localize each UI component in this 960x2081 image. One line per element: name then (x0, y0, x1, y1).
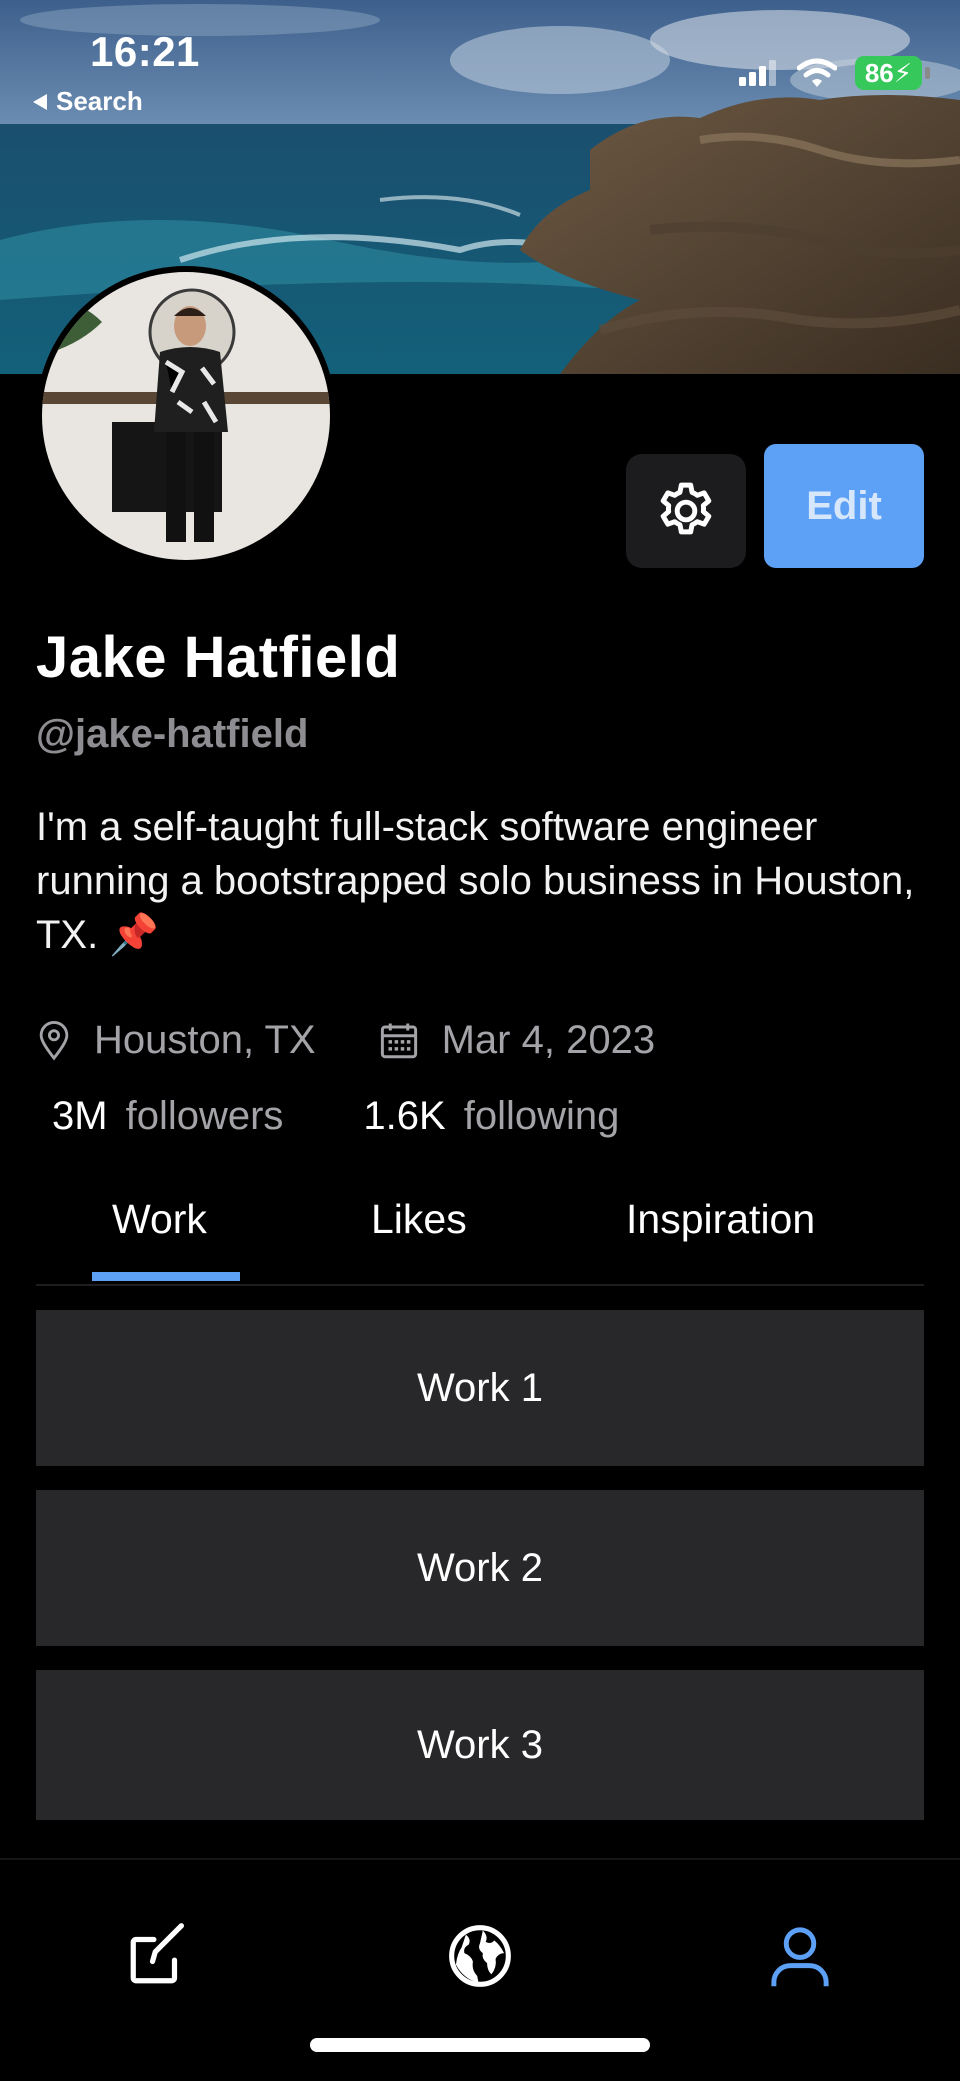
location-text: Houston, TX (94, 1018, 316, 1062)
followers-label: followers (125, 1094, 284, 1138)
nav-explore-button[interactable] (430, 1906, 530, 2006)
back-triangle-icon (33, 93, 47, 110)
settings-button[interactable] (626, 454, 746, 568)
followers-link[interactable]: 3M followers (52, 1094, 283, 1139)
wifi-icon (796, 58, 837, 87)
following-link[interactable]: 1.6K following (363, 1094, 619, 1139)
avatar[interactable] (36, 266, 336, 566)
active-tab-indicator (92, 1272, 240, 1281)
profile-name: Jake Hatfield (36, 625, 401, 690)
battery-indicator: 86⚡ (854, 56, 931, 90)
home-indicator[interactable] (310, 2038, 650, 2052)
calendar-icon (380, 1023, 417, 1058)
following-count: 1.6K (363, 1094, 446, 1138)
joined-item: Mar 4, 2023 (378, 1018, 655, 1063)
nav-compose-button[interactable] (108, 1906, 208, 2006)
following-label: following (463, 1094, 620, 1138)
nav-profile-button[interactable] (750, 1906, 850, 2006)
profile-handle: @jake-hatfield (36, 712, 309, 756)
profile-meta: Houston, TX Mar 4, 2023 (36, 1018, 655, 1063)
globe-icon (449, 1925, 511, 1987)
location-pin-icon (39, 1020, 69, 1060)
gear-icon (660, 482, 712, 535)
follow-stats: 3M followers 1.6K following (52, 1094, 619, 1139)
tabs-divider (36, 1284, 924, 1286)
followers-count: 3M (52, 1094, 108, 1138)
compose-icon (130, 1923, 184, 1984)
status-indicators: 86⚡ (738, 56, 931, 90)
tab-work[interactable]: Work (112, 1196, 207, 1243)
profile-icon (771, 1927, 829, 1987)
location-item: Houston, TX (36, 1018, 316, 1063)
work-card[interactable]: Work 2 (36, 1490, 924, 1646)
tab-inspiration[interactable]: Inspiration (626, 1196, 815, 1243)
profile-bio: I'm a self-taught full-stack software en… (36, 805, 915, 957)
work-card[interactable]: Work 3 (36, 1670, 924, 1820)
cellular-signal-icon (738, 60, 776, 86)
joined-date: Mar 4, 2023 (441, 1018, 656, 1062)
status-time: 16:21 (90, 28, 200, 75)
back-label: Search (56, 86, 143, 116)
tab-likes[interactable]: Likes (371, 1196, 467, 1243)
edit-profile-button[interactable]: Edit (764, 444, 924, 568)
work-card[interactable]: Work 1 (36, 1310, 924, 1466)
back-to-search-button[interactable]: Search (32, 86, 143, 117)
